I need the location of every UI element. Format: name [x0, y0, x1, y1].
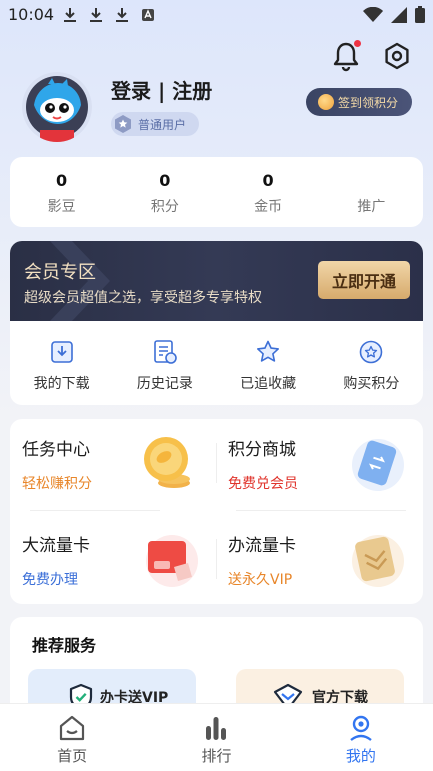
- wifi-icon: [363, 6, 383, 22]
- status-bar: 10:04: [0, 0, 433, 30]
- apply-data-card[interactable]: 办流量卡 送永久VIP: [216, 515, 406, 595]
- points-mall[interactable]: 积分商城 免费兑会员: [216, 419, 406, 499]
- quick-action-download[interactable]: 我的下载: [10, 339, 113, 399]
- tab-ranking[interactable]: 排行: [144, 704, 288, 771]
- quick-action-history[interactable]: 历史记录: [113, 339, 216, 399]
- vip-title: 会员专区: [24, 262, 96, 283]
- stats-card: 0 影豆 0 积分 0 金币 推广: [10, 157, 423, 227]
- divider: [236, 510, 406, 511]
- quick-actions: 我的下载 历史记录 已追收藏 购买积分: [10, 339, 423, 399]
- quick-action-label: 购买积分: [343, 376, 400, 392]
- vip-card: 会员专区 超级会员超值之选，享受超多专享特权 立即开通 我的下载 历史记录 已追…: [10, 241, 423, 405]
- home-icon: [60, 715, 85, 741]
- star-icon: [257, 340, 280, 362]
- download-notification-icon: [64, 8, 76, 22]
- tasks-card: 任务中心 轻松赚积分 积分商城 免费兑会员 大流量卡 免费办理 办流量卡 送永久: [10, 419, 423, 604]
- status-time: 10:04: [8, 5, 55, 24]
- coins-icon: [144, 437, 190, 488]
- download-notification-icon: [116, 8, 128, 22]
- vip-subtitle: 超级会员超值之选，享受超多专享特权: [24, 290, 262, 306]
- task-title: 办流量卡: [228, 536, 296, 556]
- stat-item[interactable]: 0 积分: [113, 157, 216, 227]
- stat-item[interactable]: 0 影豆: [10, 157, 113, 227]
- task-subtitle: 免费办理: [22, 572, 78, 588]
- tab-home[interactable]: 首页: [0, 704, 144, 771]
- task-title: 大流量卡: [22, 536, 90, 556]
- envelope-card-icon: [352, 535, 404, 587]
- user-level-label: 普通用户: [138, 117, 187, 132]
- divider: [30, 510, 160, 511]
- user-level-icon: [115, 115, 131, 133]
- user-level-badge: 普通用户: [111, 112, 199, 136]
- stat-label: 影豆: [47, 199, 76, 215]
- stat-value: 0: [262, 171, 274, 190]
- tab-label: 首页: [57, 747, 88, 765]
- stat-label: 推广: [357, 199, 386, 215]
- history-icon: [154, 340, 177, 364]
- settings-icon[interactable]: [383, 42, 411, 70]
- app-notification-icon: [142, 9, 154, 21]
- task-subtitle: 轻松赚积分: [22, 476, 92, 492]
- login-register-link[interactable]: 登录 | 注册: [111, 75, 212, 104]
- signal-icon: [391, 6, 407, 23]
- task-subtitle: 免费兑会员: [228, 476, 298, 492]
- task-subtitle: 送永久VIP: [228, 572, 293, 588]
- big-data-card[interactable]: 大流量卡 免费办理: [10, 515, 200, 595]
- buy-points-icon: [360, 340, 383, 364]
- stat-item[interactable]: 推广: [320, 157, 423, 227]
- recommend-title: 推荐服务: [32, 636, 97, 655]
- task-title: 任务中心: [22, 440, 90, 460]
- sim-card-icon: [146, 535, 198, 587]
- stat-label: 积分: [150, 199, 179, 215]
- stat-value: 0: [56, 171, 68, 190]
- quick-action-label: 已追收藏: [240, 376, 297, 392]
- notification-dot: [354, 40, 361, 47]
- ranking-icon: [206, 717, 227, 740]
- quick-action-favorites[interactable]: 已追收藏: [217, 339, 320, 399]
- tab-label: 排行: [201, 747, 232, 765]
- tab-label: 我的: [345, 747, 376, 765]
- quick-action-label: 我的下载: [33, 376, 90, 392]
- task-center[interactable]: 任务中心 轻松赚积分: [10, 419, 200, 499]
- stat-item[interactable]: 0 金币: [217, 157, 320, 227]
- vip-open-button[interactable]: 立即开通: [318, 261, 410, 299]
- coin-icon: [318, 94, 334, 110]
- vip-banner[interactable]: 会员专区 超级会员超值之选，享受超多专享特权 立即开通: [10, 241, 423, 321]
- bottom-tab-bar: 首页 排行 我的: [0, 703, 433, 771]
- checkin-button[interactable]: 签到领积分: [306, 88, 412, 116]
- download-notification-icon: [90, 8, 102, 22]
- tab-mine[interactable]: 我的: [289, 704, 433, 771]
- card-exchange-icon: [352, 439, 404, 491]
- battery-icon: [415, 6, 425, 23]
- quick-action-label: 历史记录: [136, 376, 193, 392]
- divider: [216, 443, 217, 483]
- avatar[interactable]: [22, 72, 92, 142]
- task-title: 积分商城: [228, 440, 296, 460]
- stat-value: 0: [159, 171, 171, 190]
- quick-action-buy-points[interactable]: 购买积分: [320, 339, 423, 399]
- profile-icon: [350, 715, 372, 741]
- checkin-label: 签到领积分: [338, 95, 399, 110]
- stat-label: 金币: [254, 199, 283, 215]
- divider: [216, 539, 217, 579]
- download-icon: [50, 341, 73, 363]
